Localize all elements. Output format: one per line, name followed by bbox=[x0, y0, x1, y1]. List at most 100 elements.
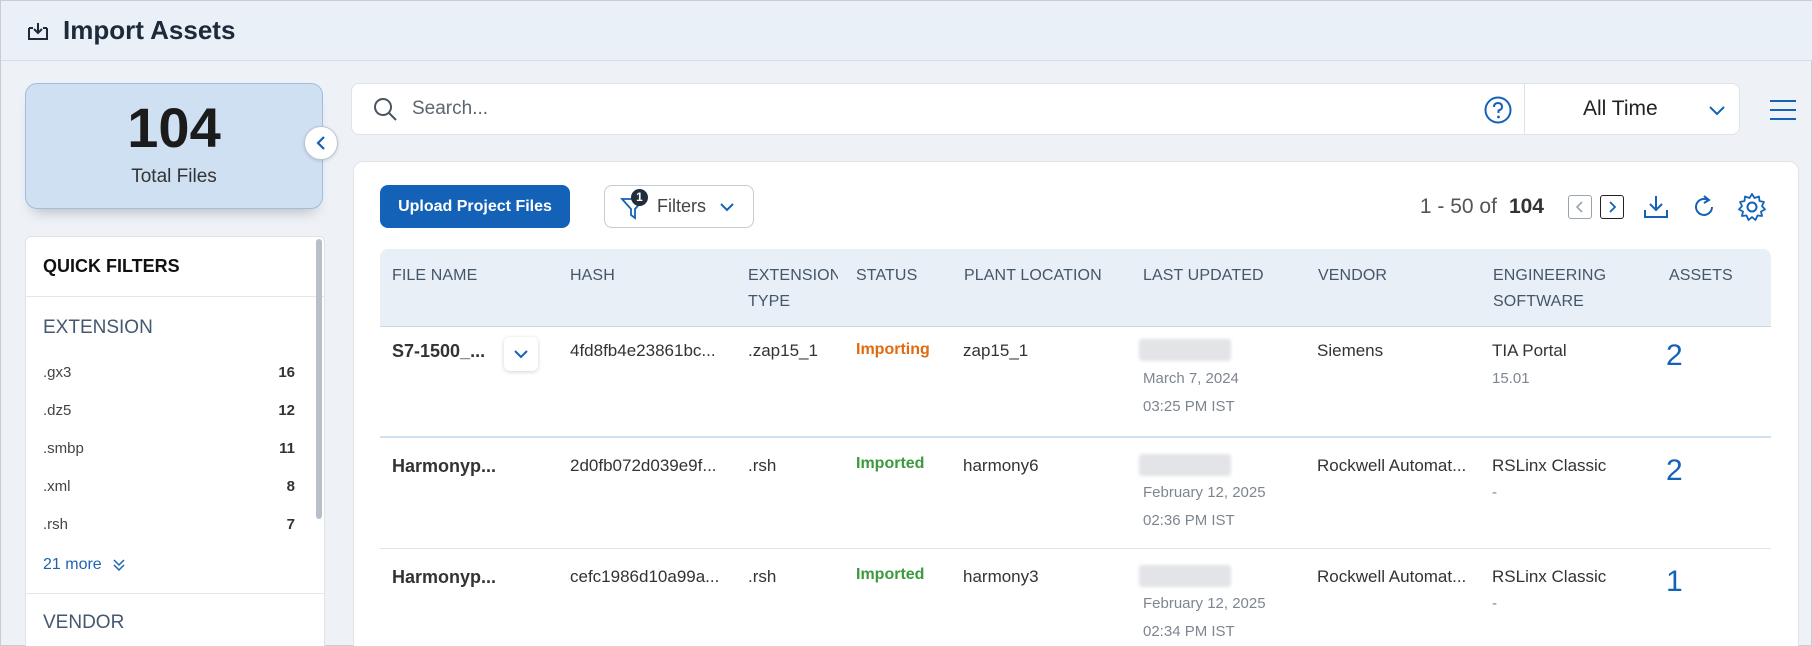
page-header: Import Assets bbox=[1, 1, 1812, 61]
column-extension-type[interactable]: EXTENSION TYPE bbox=[748, 263, 838, 315]
filter-item-count: 12 bbox=[278, 401, 295, 419]
collapse-sidebar-button[interactable] bbox=[304, 126, 338, 160]
plant-location-cell: harmony3 bbox=[963, 567, 1039, 586]
filter-item-count: 7 bbox=[286, 515, 295, 533]
chevron-right-icon bbox=[1609, 201, 1617, 213]
software-cell: TIA Portal bbox=[1492, 341, 1567, 360]
filter-funnel-icon: 1 bbox=[619, 188, 648, 221]
search-input[interactable] bbox=[412, 98, 1412, 120]
column-engineering-software[interactable]: ENGINEERING SOFTWARE bbox=[1493, 263, 1613, 315]
vendor-cell: Rockwell Automat... bbox=[1317, 456, 1467, 475]
total-files-count: 104 bbox=[127, 96, 221, 159]
row-expand-button[interactable] bbox=[504, 337, 538, 371]
show-more-label: 21 more bbox=[43, 556, 102, 573]
chevron-down-icon bbox=[720, 202, 734, 211]
total-files-card: 104 Total Files bbox=[25, 83, 323, 209]
filter-item-label: .gx3 bbox=[43, 363, 72, 381]
search-icon bbox=[370, 94, 400, 124]
next-page-button[interactable] bbox=[1600, 195, 1624, 219]
chevron-left-icon bbox=[316, 136, 325, 150]
total-files-label: Total Files bbox=[131, 166, 217, 187]
filter-item-label: .smbp bbox=[43, 439, 84, 457]
column-status[interactable]: STATUS bbox=[856, 263, 917, 289]
column-vendor[interactable]: VENDOR bbox=[1318, 263, 1387, 289]
column-assets[interactable]: ASSETS bbox=[1669, 263, 1733, 289]
assets-count-link[interactable]: 2 bbox=[1666, 339, 1683, 373]
software-version: - bbox=[1492, 484, 1497, 501]
search-bar bbox=[351, 83, 1526, 135]
chevron-left-icon bbox=[1575, 201, 1583, 213]
software-version: - bbox=[1492, 595, 1497, 612]
file-name-cell[interactable]: Harmonyp... bbox=[392, 567, 496, 588]
software-version: 15.01 bbox=[1492, 370, 1530, 387]
column-hash[interactable]: HASH bbox=[570, 263, 615, 289]
quick-filters-panel: QUICK FILTERS EXTENSION .gx3 16 .dz5 12 … bbox=[25, 236, 325, 646]
hamburger-menu-icon[interactable] bbox=[1768, 97, 1798, 123]
filter-item-xml[interactable]: .xml 8 bbox=[26, 467, 324, 505]
pagination-range: 1 - 50 of bbox=[1419, 195, 1497, 218]
last-updated-date: February 12, 2025 bbox=[1143, 484, 1266, 501]
software-cell: RSLinx Classic bbox=[1492, 456, 1607, 475]
files-card: Upload Project Files 1 Filters 1 - 50 of… bbox=[353, 161, 1799, 646]
table-row[interactable]: Harmonyp... 2d0fb072d039e9f... .rsh Impo… bbox=[380, 438, 1771, 549]
extension-cell: .rsh bbox=[748, 567, 777, 586]
status-cell: Imported bbox=[856, 455, 925, 472]
refresh-icon[interactable] bbox=[1688, 191, 1720, 223]
show-more-extensions-link[interactable]: 21 more bbox=[26, 551, 324, 579]
import-tray-icon bbox=[25, 18, 51, 44]
filters-label: Filters bbox=[657, 196, 706, 216]
column-plant-location[interactable]: PLANT LOCATION bbox=[964, 263, 1102, 289]
download-icon[interactable] bbox=[1640, 191, 1672, 223]
filter-item-count: 16 bbox=[278, 363, 295, 381]
filter-item-rsh[interactable]: .rsh 7 bbox=[26, 505, 324, 543]
extension-filter-list: .gx3 16 .dz5 12 .smbp 11 .xml 8 .rsh 7 bbox=[26, 353, 324, 543]
filter-item-label: .xml bbox=[43, 477, 71, 495]
file-name-cell[interactable]: Harmonyp... bbox=[392, 456, 496, 477]
filters-button[interactable]: 1 Filters bbox=[604, 185, 754, 228]
last-updated-date: March 7, 2024 bbox=[1143, 370, 1239, 387]
upload-project-files-button[interactable]: Upload Project Files bbox=[380, 185, 570, 228]
filters-count-badge: 1 bbox=[631, 188, 648, 206]
status-cell: Imported bbox=[856, 566, 925, 583]
pagination-total: 104 bbox=[1508, 195, 1544, 218]
hash-cell: cefc1986d10a99a... bbox=[570, 567, 720, 586]
last-updated-time: 03:25 PM IST bbox=[1143, 398, 1235, 415]
plant-location-cell: harmony6 bbox=[963, 456, 1039, 475]
page-title: Import Assets bbox=[63, 15, 236, 45]
column-file-name[interactable]: FILE NAME bbox=[392, 263, 477, 289]
time-range-value: All Time bbox=[1583, 97, 1658, 120]
time-range-select[interactable]: All Time bbox=[1524, 83, 1740, 135]
filter-item-count: 11 bbox=[279, 439, 295, 457]
status-cell: Importing bbox=[856, 341, 930, 358]
table-row[interactable]: Harmonyp... cefc1986d10a99a... .rsh Impo… bbox=[380, 549, 1771, 646]
redacted-user bbox=[1139, 565, 1231, 587]
hash-cell: 2d0fb072d039e9f... bbox=[570, 456, 717, 475]
double-chevron-down-icon bbox=[113, 559, 125, 572]
assets-count-link[interactable]: 2 bbox=[1666, 454, 1683, 488]
vendor-section-title: VENDOR bbox=[43, 612, 125, 633]
assets-count-link[interactable]: 1 bbox=[1666, 565, 1683, 599]
vendor-cell: Siemens bbox=[1317, 341, 1384, 360]
extension-cell: .rsh bbox=[748, 456, 777, 475]
quick-filters-scrollbar[interactable] bbox=[316, 239, 322, 519]
quick-filters-title: QUICK FILTERS bbox=[26, 237, 324, 297]
redacted-user bbox=[1139, 339, 1231, 361]
settings-gear-icon[interactable] bbox=[1736, 191, 1768, 223]
extension-cell: .zap15_1 bbox=[748, 341, 818, 360]
plant-location-cell: zap15_1 bbox=[963, 341, 1029, 360]
previous-page-button[interactable] bbox=[1568, 195, 1592, 219]
table-row[interactable]: S7-1500_... 4fd8fb4e23861bc... .zap15_1 … bbox=[380, 327, 1771, 438]
chevron-down-icon bbox=[514, 350, 528, 359]
extension-section-title: EXTENSION bbox=[43, 317, 153, 338]
filter-item-gx3[interactable]: .gx3 16 bbox=[26, 353, 324, 391]
filter-item-label: .dz5 bbox=[43, 401, 72, 419]
redacted-user bbox=[1139, 454, 1231, 476]
filter-item-smbp[interactable]: .smbp 11 bbox=[26, 429, 324, 467]
column-last-updated[interactable]: LAST UPDATED bbox=[1143, 263, 1264, 289]
filter-item-dz5[interactable]: .dz5 12 bbox=[26, 391, 324, 429]
help-icon[interactable] bbox=[1483, 95, 1513, 125]
file-name-cell[interactable]: S7-1500_... bbox=[392, 341, 485, 362]
hash-cell: 4fd8fb4e23861bc... bbox=[570, 341, 716, 360]
filter-item-label: .rsh bbox=[43, 515, 69, 533]
filter-item-count: 8 bbox=[286, 477, 295, 495]
